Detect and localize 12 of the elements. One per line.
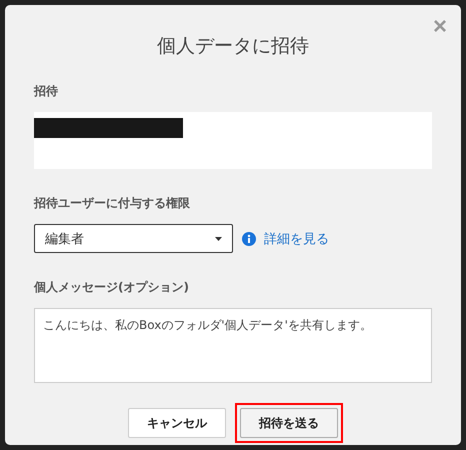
dialog-button[interactable]: キャンセル xyxy=(128,408,226,438)
info-icon xyxy=(242,232,256,246)
field-label: 招待 xyxy=(34,83,59,100)
caret-icon xyxy=(215,236,222,240)
invite-field[interactable] xyxy=(34,112,432,169)
field-label: 招待ユーザーに付与する権限 xyxy=(34,195,191,212)
dialog-title: 個人データに招待 xyxy=(156,34,310,59)
details-link[interactable]: 詳細を見る xyxy=(264,230,329,248)
field-label: 個人メッセージ(オプション) xyxy=(34,279,190,296)
permission-dropdown[interactable]: 編集者 xyxy=(34,224,233,253)
message-field[interactable]: こんにちは、私のBoxのフォルダ'個人データ'を共有します。 xyxy=(34,308,432,383)
dialog-button[interactable]: 招待を送る xyxy=(240,408,338,438)
